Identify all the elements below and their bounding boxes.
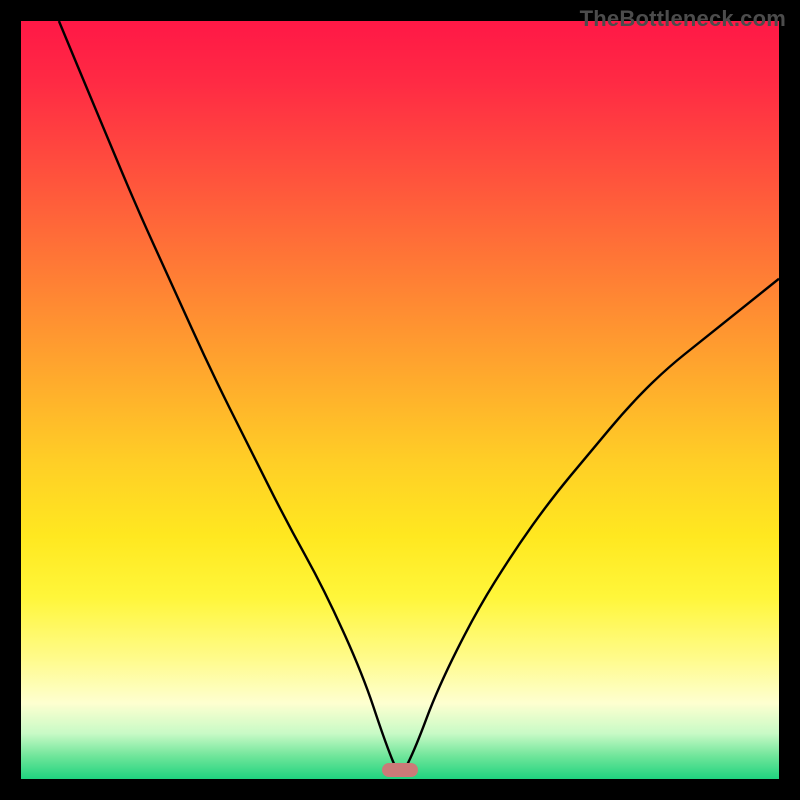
- plot-area: [21, 21, 779, 779]
- curve-path: [59, 21, 779, 771]
- optimal-point-marker: [382, 763, 418, 777]
- chart-frame: TheBottleneck.com: [0, 0, 800, 800]
- bottleneck-curve: [21, 21, 779, 779]
- watermark-label: TheBottleneck.com: [580, 6, 786, 32]
